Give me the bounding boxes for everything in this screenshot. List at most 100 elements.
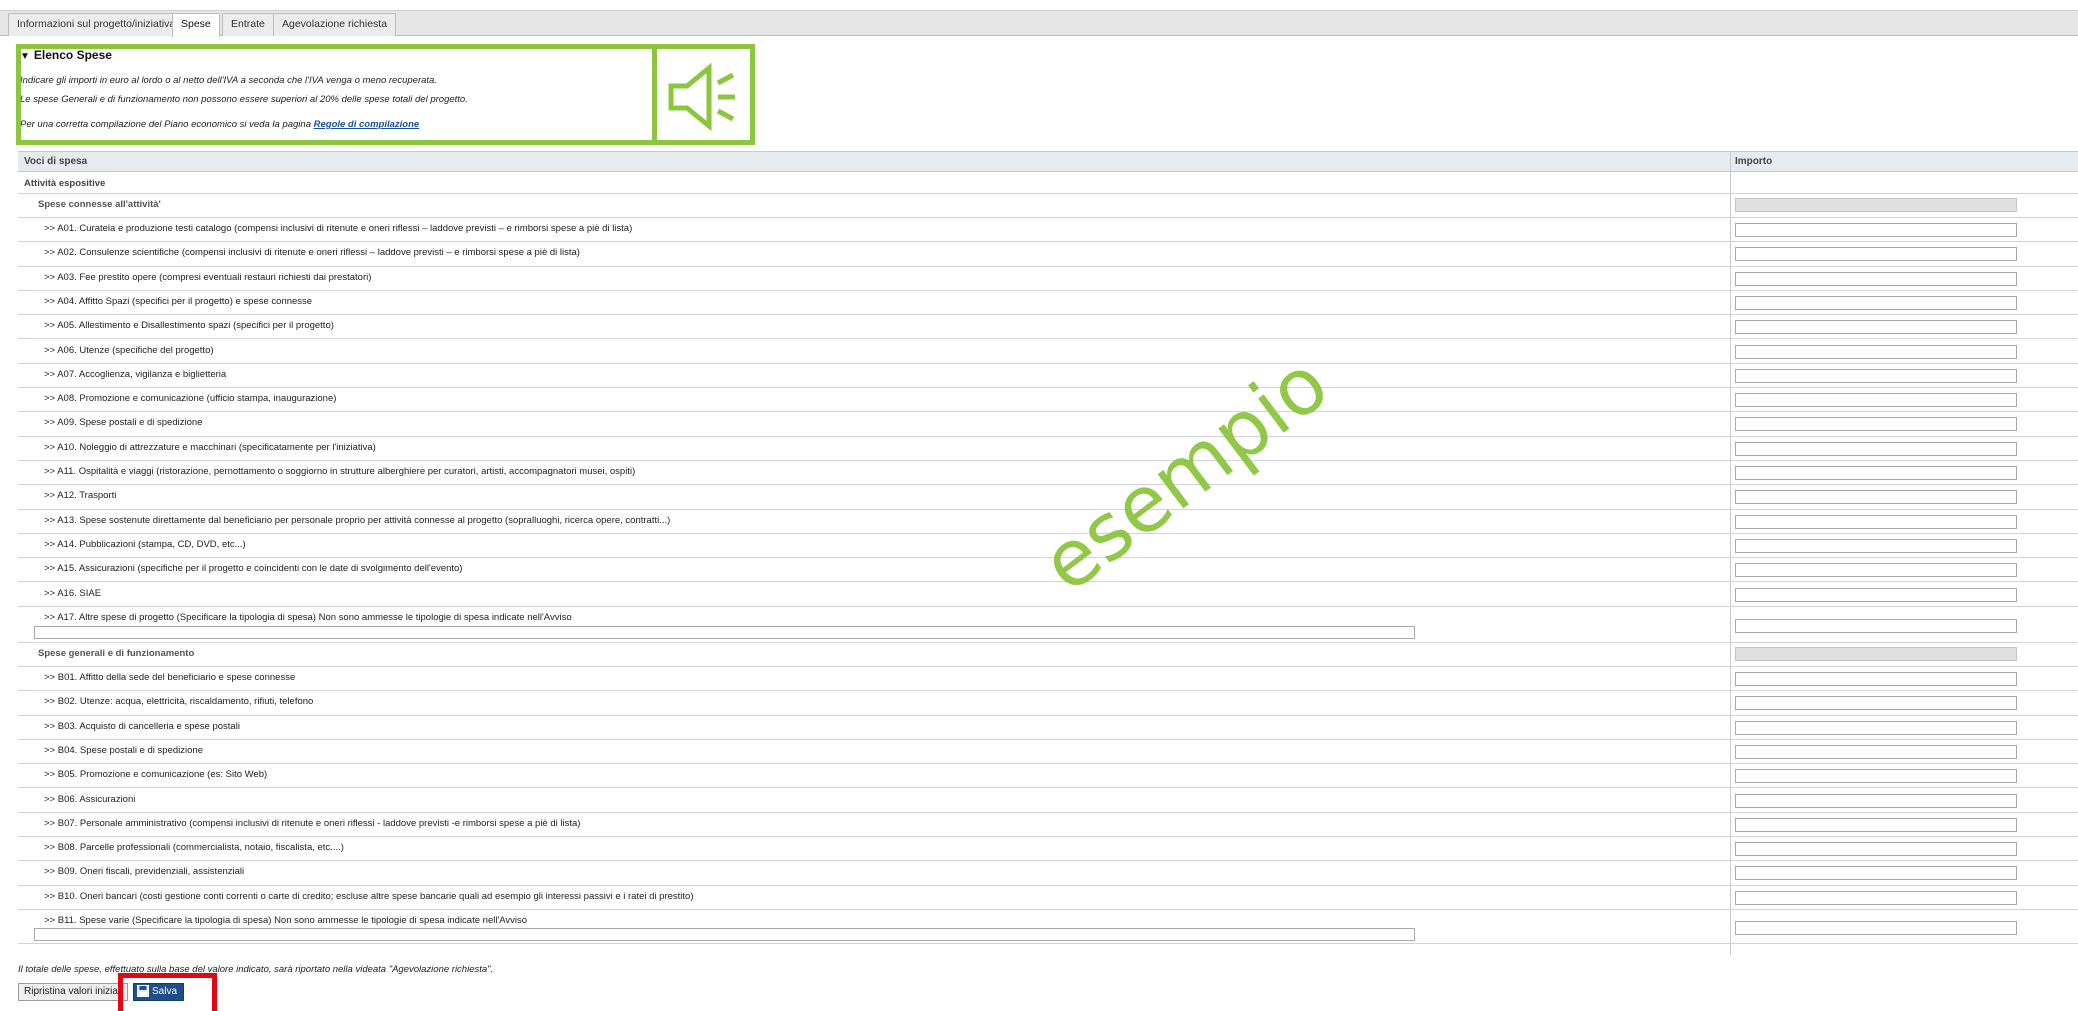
reset-button[interactable]: Ripristina valori iniziali (18, 983, 129, 1001)
row-label-b04: >> B04. Spese postali e di spedizione (44, 744, 203, 756)
importo-field-b01[interactable] (1735, 672, 2017, 686)
table-row-b03: >> B03. Acquisto di cancelleria e spese … (18, 716, 2078, 740)
row-label-b10: >> B10. Oneri bancari (costi gestione co… (44, 890, 694, 902)
table-row-b09: >> B09. Oneri fiscali, previdenziali, as… (18, 861, 2078, 886)
row-label-a14: >> A14. Pubblicazioni (stampa, CD, DVD, … (44, 538, 246, 550)
row-label-b01: >> B01. Affitto della sede del beneficia… (44, 672, 296, 683)
importo-field-b09[interactable] (1735, 866, 2017, 881)
row-label-a04: >> A04. Affitto Spazi (specifici per il … (44, 295, 313, 307)
section-label: Attività espositive (24, 178, 106, 189)
importo-field-b04[interactable] (1735, 744, 2017, 759)
speaker-icon (668, 62, 735, 132)
table-row-a10: >> A10. Noleggio di attrezzature e macch… (18, 437, 2078, 461)
row-label-b09: >> B09. Oneri fiscali, previdenziali, as… (44, 866, 245, 878)
table-row-a17: >> A17. Altre spese di progetto (Specifi… (18, 607, 2078, 643)
importo-field-b07[interactable] (1735, 817, 2017, 832)
row-label-b02: >> B02. Utenze: acqua, elettricità, risc… (44, 696, 314, 708)
importo-field-a01[interactable] (1735, 223, 2017, 237)
tab-bar: Informazioni sul progetto/iniziativa Spe… (0, 10, 2078, 37)
table-row-b08: >> B08. Parcelle professionali (commerci… (18, 837, 2078, 862)
table-header: Voci di spesa Importo (18, 152, 2078, 172)
tab-entrate[interactable]: Entrate (222, 13, 274, 36)
group-b-label: Spese generali e di funzionamento (38, 648, 195, 659)
group-b-total-field (1735, 647, 2017, 661)
row-label-a12: >> A12. Trasporti (44, 490, 117, 502)
row-label-a05: >> A05. Allestimento e Disallestimento s… (44, 320, 334, 332)
row-label-a03: >> A03. Fee prestito opere (compresi eve… (44, 271, 372, 283)
importo-field-a11[interactable] (1735, 466, 2017, 480)
table-row-b06: >> B06. Assicurazioni (18, 789, 2078, 813)
table-row-b02: >> B02. Utenze: acqua, elettricità, risc… (18, 691, 2078, 716)
table-row-b11: >> B11. Spese varie (Specificare la tipo… (18, 910, 2078, 944)
table-row-a09: >> A09. Spese postali e di spedizione (18, 412, 2078, 437)
importo-field-b10[interactable] (1735, 890, 2017, 905)
col-importo: Importo (1735, 156, 1773, 167)
highlight-box (16, 44, 657, 145)
speaker-button[interactable] (657, 44, 755, 145)
importo-field-a06[interactable] (1735, 344, 2017, 359)
importo-field-a03[interactable] (1735, 271, 2017, 286)
col-voci-di-spesa: Voci di spesa (24, 156, 88, 167)
table-row-a05: >> A05. Allestimento e Disallestimento s… (18, 315, 2078, 340)
b11-description-field[interactable] (34, 928, 1415, 941)
table-row-b10: >> B10. Oneri bancari (costi gestione co… (18, 886, 2078, 910)
table-row-a12: >> A12. Trasporti (18, 485, 2078, 510)
importo-field-a14[interactable] (1735, 538, 2017, 553)
table-row-a16: >> A16. SIAE (18, 583, 2078, 607)
table-row-b04: >> B04. Spese postali e di spedizione (18, 740, 2078, 765)
importo-field-b11[interactable] (1735, 921, 2017, 935)
group-a-label: Spese connesse all'attività' (38, 199, 161, 210)
importo-field-a07[interactable] (1735, 368, 2017, 383)
importo-field-b06[interactable] (1735, 793, 2017, 808)
tab-agevolazione[interactable]: Agevolazione richiesta (273, 13, 397, 36)
row-label-b03: >> B03. Acquisto di cancelleria e spese … (44, 720, 240, 732)
row-label-a09: >> A09. Spese postali e di spedizione (44, 417, 203, 429)
importo-field-a09[interactable] (1735, 417, 2017, 432)
importo-field-a10[interactable] (1735, 441, 2017, 456)
importo-field-a13[interactable] (1735, 514, 2017, 529)
tab-informazioni[interactable]: Informazioni sul progetto/iniziativa (8, 13, 185, 36)
save-highlight (118, 973, 217, 1011)
row-label-b07: >> B07. Personale amministrativo (compen… (44, 817, 581, 829)
group-a-total-field (1735, 198, 2017, 212)
row-label-a06: >> A06. Utenze (specifiche del progetto) (44, 344, 214, 356)
importo-field-a17[interactable] (1735, 619, 2017, 633)
importo-field-a15[interactable] (1735, 563, 2017, 578)
table-row-b05: >> B05. Promozione e comunicazione (es: … (18, 764, 2078, 789)
section-row: Attività espositive (18, 173, 2078, 194)
importo-field-a05[interactable] (1735, 320, 2017, 335)
row-label-a02: >> A02. Consulenze scientifiche (compens… (44, 247, 580, 259)
importo-field-b08[interactable] (1735, 842, 2017, 857)
row-label-b06: >> B06. Assicurazioni (44, 793, 136, 805)
table-row-a03: >> A03. Fee prestito opere (compresi eve… (18, 267, 2078, 291)
row-label-a16: >> A16. SIAE (44, 587, 102, 599)
importo-field-b02[interactable] (1735, 696, 2017, 711)
table-row-a01: >> A01. Curatela e produzione testi cata… (18, 218, 2078, 243)
row-label-b05: >> B05. Promozione e comunicazione (es: … (44, 769, 268, 781)
importo-field-b03[interactable] (1735, 720, 2017, 735)
table-row-b07: >> B07. Personale amministrativo (compen… (18, 813, 2078, 838)
tab-spese[interactable]: Spese (172, 13, 220, 37)
row-label-b08: >> B08. Parcelle professionali (commerci… (44, 842, 344, 854)
row-label-a08: >> A08. Promozione e comunicazione (uffi… (44, 393, 337, 405)
group-b-row: Spese generali e di funzionamento (18, 643, 2078, 667)
importo-field-a04[interactable] (1735, 295, 2017, 310)
row-label-a15: >> A15. Assicurazioni (specifiche per il… (44, 563, 463, 575)
group-a-row: Spese connesse all'attività' (18, 194, 2078, 218)
row-label-b11: >> B11. Spese varie (Specificare la tipo… (44, 915, 528, 926)
table-row-a08: >> A08. Promozione e comunicazione (uffi… (18, 388, 2078, 413)
row-label-a10: >> A10. Noleggio di attrezzature e macch… (44, 441, 376, 453)
importo-field-a16[interactable] (1735, 587, 2017, 602)
importo-field-b05[interactable] (1735, 769, 2017, 784)
row-label-a17: >> A17. Altre spese di progetto (Specifi… (44, 612, 572, 623)
row-label-a13: >> A13. Spese sostenute direttamente dal… (44, 514, 671, 526)
importo-field-a02[interactable] (1735, 247, 2017, 262)
a17-description-field[interactable] (34, 626, 1415, 639)
importo-field-a12[interactable] (1735, 490, 2017, 505)
table-row-a02: >> A02. Consulenze scientifiche (compens… (18, 242, 2078, 267)
row-label-a11: >> A11. Ospitalità e viaggi (ristorazion… (44, 466, 636, 477)
row-label-a01: >> A01. Curatela e produzione testi cata… (44, 223, 633, 234)
footer-note: Il totale delle spese, effettuato sulla … (18, 964, 494, 975)
table-row-a06: >> A06. Utenze (specifiche del progetto) (18, 340, 2078, 364)
importo-field-a08[interactable] (1735, 393, 2017, 408)
